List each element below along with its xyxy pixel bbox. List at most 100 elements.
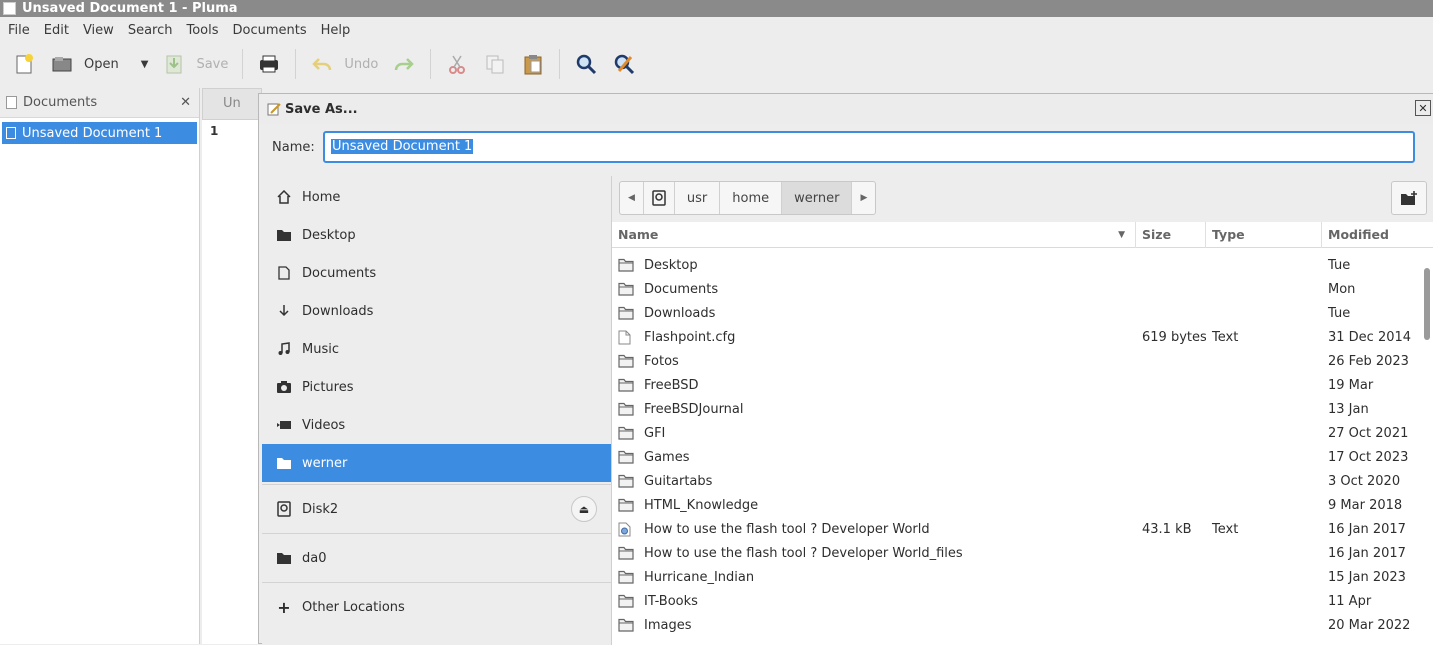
column-header-modified[interactable]: Modified bbox=[1322, 222, 1433, 248]
file-row[interactable]: FreeBSDJournal 13 Jan bbox=[612, 397, 1433, 421]
document-list-item[interactable]: Unsaved Document 1 bbox=[2, 122, 197, 144]
dialog-close-button[interactable]: ✕ bbox=[1415, 100, 1431, 116]
file-modified: 3 Oct 2020 bbox=[1328, 473, 1401, 489]
file-name: How to use the flash tool ? Developer Wo… bbox=[644, 521, 930, 537]
place-downloads[interactable]: Downloads bbox=[262, 292, 611, 330]
file-row[interactable]: GFI 27 Oct 2021 bbox=[612, 421, 1433, 445]
file-row[interactable]: Flashpoint.cfg 619 bytes Text 31 Dec 2014 bbox=[612, 325, 1433, 349]
copy-button[interactable] bbox=[483, 48, 507, 80]
file-row[interactable]: IT-Books 11 Apr bbox=[612, 589, 1433, 613]
menu-help[interactable]: Help bbox=[321, 23, 351, 38]
editor-tab[interactable]: Un bbox=[202, 88, 262, 120]
file-modified: 17 Oct 2023 bbox=[1328, 449, 1409, 465]
place-werner[interactable]: werner bbox=[262, 444, 611, 482]
place-other-locations[interactable]: + Other Locations bbox=[262, 585, 611, 629]
file-row[interactable]: Games 17 Oct 2023 bbox=[612, 445, 1433, 469]
column-header-type[interactable]: Type bbox=[1206, 221, 1322, 248]
file-row[interactable]: Desktop Tue bbox=[612, 253, 1433, 277]
file-row[interactable]: Images 20 Mar 2022 bbox=[612, 613, 1433, 637]
folder-icon bbox=[618, 546, 634, 560]
download-icon bbox=[276, 303, 292, 319]
place-pictures[interactable]: Pictures bbox=[262, 368, 611, 406]
path-root-button[interactable] bbox=[644, 182, 675, 214]
menu-documents[interactable]: Documents bbox=[233, 23, 307, 38]
file-name-cell: Downloads bbox=[612, 306, 1136, 321]
new-button[interactable] bbox=[12, 48, 36, 80]
file-rows: Desktop Tue Documents Mon Downloads Tue Flashp… bbox=[612, 248, 1433, 637]
close-icon[interactable]: ✕ bbox=[180, 95, 191, 110]
file-modified: 27 Oct 2021 bbox=[1328, 425, 1409, 441]
printer-icon bbox=[257, 52, 281, 76]
place-desktop[interactable]: Desktop bbox=[262, 216, 611, 254]
file-name: Fotos bbox=[644, 353, 679, 369]
file-name-cell: Images bbox=[612, 618, 1136, 633]
place-home[interactable]: Home bbox=[262, 178, 611, 216]
place-documents[interactable]: Documents bbox=[262, 254, 611, 292]
file-name: How to use the flash tool ? Developer Wo… bbox=[644, 545, 963, 561]
camera-icon bbox=[276, 379, 292, 395]
path-scroll-right-button[interactable]: ▶ bbox=[852, 182, 875, 214]
place-da0[interactable]: da0 bbox=[262, 536, 611, 580]
path-scroll-left-button[interactable]: ◀ bbox=[620, 182, 644, 214]
file-name-cell: How to use the flash tool ? Developer Wo… bbox=[612, 546, 1136, 561]
file-row[interactable]: Hurricane_Indian 15 Jan 2023 bbox=[612, 565, 1433, 589]
scissors-icon bbox=[445, 52, 469, 76]
menu-view[interactable]: View bbox=[83, 23, 114, 38]
file-row[interactable]: Downloads Tue bbox=[612, 301, 1433, 325]
undo-button[interactable]: Undo bbox=[310, 48, 378, 80]
file-modified: Mon bbox=[1328, 281, 1356, 297]
file-row[interactable]: Fotos 26 Feb 2023 bbox=[612, 349, 1433, 373]
eject-icon[interactable]: ⏏ bbox=[571, 496, 597, 522]
open-button[interactable]: Open ▼ bbox=[50, 48, 148, 80]
window-title: Unsaved Document 1 - Pluma bbox=[22, 1, 238, 16]
file-row[interactable]: How to use the flash tool ? Developer Wo… bbox=[612, 541, 1433, 565]
file-size: 619 bytes bbox=[1142, 329, 1206, 345]
replace-button[interactable] bbox=[612, 48, 636, 80]
place-disk2[interactable]: Disk2 ⏏ bbox=[262, 487, 611, 531]
redo-button[interactable] bbox=[392, 48, 416, 80]
print-button[interactable] bbox=[257, 48, 281, 80]
editor-area[interactable]: 1 bbox=[202, 120, 262, 644]
file-modified: 26 Feb 2023 bbox=[1328, 353, 1409, 369]
file-row[interactable]: FreeBSD 19 Mar bbox=[612, 373, 1433, 397]
find-button[interactable] bbox=[574, 48, 598, 80]
menu-search[interactable]: Search bbox=[128, 23, 173, 38]
folder-icon bbox=[618, 282, 634, 296]
file-row[interactable]: Documents Mon bbox=[612, 277, 1433, 301]
file-row[interactable]: HTML_Knowledge 9 Mar 2018 bbox=[612, 493, 1433, 517]
menu-edit[interactable]: Edit bbox=[44, 23, 69, 38]
place-videos[interactable]: Videos bbox=[262, 406, 611, 444]
folder-icon bbox=[618, 258, 634, 272]
places-sidebar: Home Desktop Documents Downloads Music P… bbox=[262, 176, 612, 645]
file-name: Images bbox=[644, 617, 692, 633]
file-modified: Tue bbox=[1328, 257, 1351, 273]
app-icon bbox=[3, 2, 16, 15]
cut-button[interactable] bbox=[445, 48, 469, 80]
place-label: werner bbox=[302, 455, 348, 471]
file-size: 43.1 kB bbox=[1142, 521, 1192, 537]
paste-button[interactable] bbox=[521, 48, 545, 80]
file-row[interactable]: How to use the flash tool ? Developer Wo… bbox=[612, 517, 1433, 541]
name-label: Name: bbox=[272, 139, 315, 155]
save-button[interactable]: Save bbox=[162, 48, 228, 80]
file-name: Games bbox=[644, 449, 690, 465]
menu-tools[interactable]: Tools bbox=[186, 23, 218, 38]
menu-file[interactable]: File bbox=[8, 23, 30, 38]
file-row[interactable]: Guitartabs 3 Oct 2020 bbox=[612, 469, 1433, 493]
filename-input[interactable]: Unsaved Document 1 bbox=[323, 131, 1415, 163]
column-header-name[interactable]: Name ▼ bbox=[612, 221, 1136, 248]
create-folder-button[interactable] bbox=[1391, 181, 1427, 215]
path-segment-usr[interactable]: usr bbox=[675, 182, 721, 214]
dialog-title: Save As... bbox=[285, 101, 358, 117]
video-icon bbox=[276, 417, 292, 433]
home-icon bbox=[276, 189, 292, 205]
scrollbar-thumb[interactable] bbox=[1424, 268, 1430, 340]
chevron-down-icon[interactable]: ▼ bbox=[141, 59, 149, 70]
column-header-size[interactable]: Size bbox=[1136, 221, 1206, 248]
path-segment-werner[interactable]: werner bbox=[782, 182, 853, 214]
edit-icon bbox=[267, 103, 281, 116]
document-icon bbox=[276, 265, 292, 281]
file-name: Downloads bbox=[644, 305, 716, 321]
place-music[interactable]: Music bbox=[262, 330, 611, 368]
path-segment-home[interactable]: home bbox=[720, 182, 783, 214]
